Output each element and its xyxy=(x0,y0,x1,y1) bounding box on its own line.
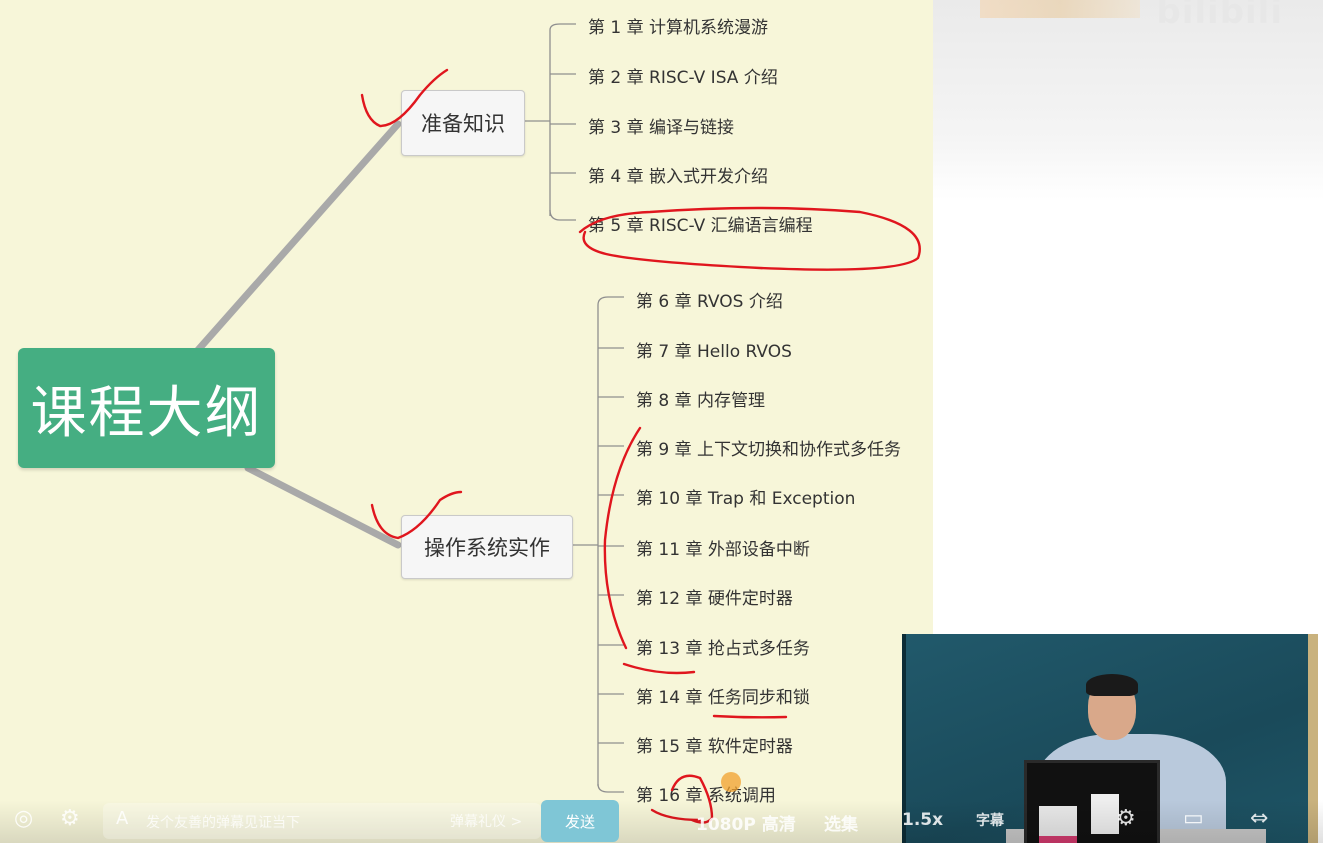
chapter-9: 第 9 章 上下文切换和协作式多任务 xyxy=(636,440,902,460)
speed-button[interactable]: 1.5x xyxy=(902,810,943,830)
chapter-12: 第 12 章 硬件定时器 xyxy=(636,589,793,609)
branch-os-practice: 操作系统实作 xyxy=(401,515,573,579)
chapter-13: 第 13 章 抢占式多任务 xyxy=(636,639,810,659)
danmaku-etiquette-link[interactable]: 弹幕礼仪 > xyxy=(450,811,522,831)
chapter-15: 第 15 章 软件定时器 xyxy=(636,737,793,757)
episodes-button[interactable]: 选集 xyxy=(824,810,858,835)
chapter-10: 第 10 章 Trap 和 Exception xyxy=(636,489,856,509)
chapter-2: 第 2 章 RISC-V ISA 介绍 xyxy=(588,68,778,88)
chapter-1: 第 1 章 计算机系统漫游 xyxy=(588,18,769,38)
send-button[interactable]: 发送 xyxy=(541,800,619,842)
pip-icon[interactable]: ▭ xyxy=(1183,806,1204,831)
danmaku-style-icon[interactable]: A xyxy=(116,808,128,829)
danmaku-toggle-icon[interactable]: ◎ xyxy=(14,806,33,831)
widescreen-icon[interactable]: ⇔ xyxy=(1250,806,1268,831)
mindmap-root: 课程大纲 xyxy=(18,348,275,468)
subtitle-button[interactable]: 字幕 xyxy=(976,810,1004,830)
chapter-6: 第 6 章 RVOS 介绍 xyxy=(636,292,783,312)
bilibili-watermark: bilibili xyxy=(1156,0,1283,32)
danmaku-settings-icon[interactable]: ⚙ xyxy=(60,806,80,831)
chapter-8: 第 8 章 内存管理 xyxy=(636,391,766,411)
chapter-14: 第 14 章 任务同步和锁 xyxy=(636,688,810,708)
branch-prep-knowledge: 准备知识 xyxy=(401,90,525,156)
danmaku-placeholder: 发个友善的弹幕见证当下 xyxy=(146,815,300,831)
chapter-11: 第 11 章 外部设备中断 xyxy=(636,540,810,560)
watermark-stripe xyxy=(980,0,1140,18)
chapter-3: 第 3 章 编译与链接 xyxy=(588,118,735,138)
chapter-5: 第 5 章 RISC-V 汇编语言编程 xyxy=(588,216,813,236)
quality-button[interactable]: 1080P 高清 xyxy=(696,810,796,835)
chapter-4: 第 4 章 嵌入式开发介绍 xyxy=(588,167,769,187)
chapter-7: 第 7 章 Hello RVOS xyxy=(636,342,792,362)
settings-gear-icon[interactable]: ⚙ xyxy=(1116,806,1136,831)
